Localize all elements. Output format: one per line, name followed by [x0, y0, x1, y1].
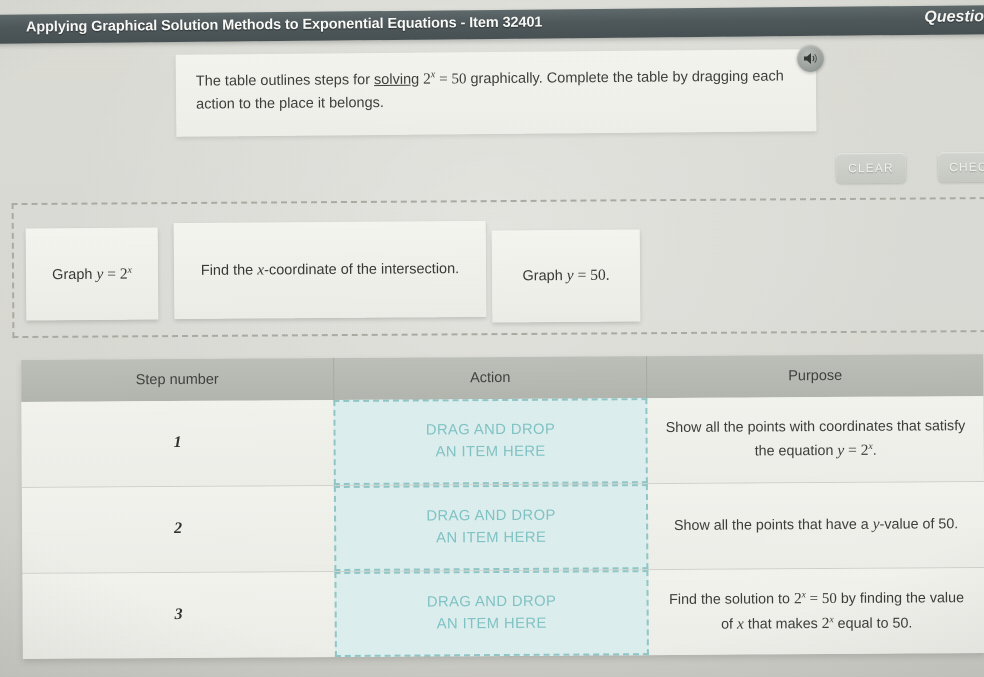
step-number-cell: 3: [174, 606, 183, 624]
table-row: 2 DRAG AND DROP AN ITEM HERE Show all th…: [21, 482, 984, 574]
instruction-card: The table outlines steps for solving 2x …: [175, 49, 817, 137]
dropzone-line-2: AN ITEM HERE: [436, 529, 547, 546]
purpose-cell: Show all the points with coordinates tha…: [665, 418, 966, 460]
step-number-cell: 2: [174, 520, 183, 538]
exponent-x: x: [430, 69, 436, 81]
purpose-cell: Show all the points that have a y-value …: [673, 516, 959, 535]
tile-label: Graph y = 2x: [52, 264, 132, 283]
instruction-text-part-a: The table outlines steps for: [195, 72, 375, 90]
step-number-cell: 1: [173, 434, 182, 452]
instruction-equation: 2x = 50: [422, 69, 467, 88]
page-title: Applying Graphical Solution Methods to E…: [25, 14, 543, 36]
draggable-tile-graph-y-50[interactable]: Graph y = 50.: [491, 229, 641, 323]
dropzone-step-2[interactable]: DRAG AND DROP AN ITEM HERE: [333, 484, 649, 572]
speaker-icon[interactable]: [797, 45, 824, 72]
dropzone-step-1[interactable]: DRAG AND DROP AN ITEM HERE: [333, 398, 648, 486]
table-row: 3 DRAG AND DROP AN ITEM HERE Find the so…: [22, 568, 984, 659]
dropzone-line-2: AN ITEM HERE: [435, 443, 546, 460]
table-header-row: Step number Action Purpose: [21, 354, 984, 402]
dropzone-step-3[interactable]: DRAG AND DROP AN ITEM HERE: [334, 570, 649, 658]
purpose-text: Show all the points that have a: [673, 517, 873, 535]
column-header-action: Action: [333, 356, 648, 401]
instruction-text: The table outlines steps for solving 2x …: [196, 63, 792, 117]
tile-label: Graph y = 50.: [522, 266, 610, 285]
clear-button[interactable]: CLEAR: [835, 152, 907, 184]
question-counter: Questio: [924, 8, 984, 26]
check-button[interactable]: CHECK: [937, 151, 984, 183]
draggable-tile-find-x-coordinate[interactable]: Find the x-coordinate of the intersectio…: [173, 220, 487, 320]
dropzone-line-2: AN ITEM HERE: [436, 615, 547, 632]
dropzone-line-1: DRAG AND DROP: [426, 507, 556, 525]
purpose-cell: Find the solution to 2x = 50 by finding …: [648, 568, 984, 655]
column-header-purpose: Purpose: [788, 367, 843, 385]
instruction-underlined-word: solving: [373, 71, 420, 89]
draggable-tile-graph-y-2x[interactable]: Graph y = 2x: [25, 227, 159, 321]
dropzone-line-1: DRAG AND DROP: [425, 421, 556, 439]
tile-label: Find the x-coordinate of the intersectio…: [200, 261, 460, 279]
table-row: 1 DRAG AND DROP AN ITEM HERE Show all th…: [21, 396, 984, 488]
steps-table: Step number Action Purpose 1 DRAG AND DR…: [21, 354, 984, 659]
purpose-text: Show all the points with coordinates tha…: [665, 418, 966, 460]
purpose-text: Find the solution to 2x = 50 by finding …: [669, 590, 965, 633]
column-header-step-number: Step number: [135, 371, 219, 389]
dropzone-line-1: DRAG AND DROP: [426, 593, 557, 611]
